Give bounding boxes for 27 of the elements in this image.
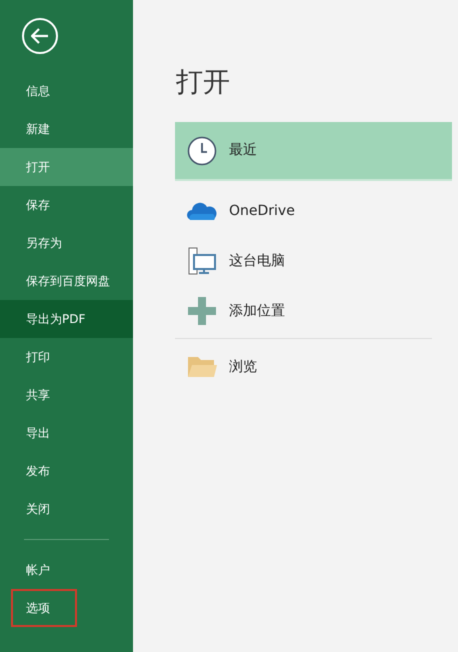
cloud-icon — [187, 201, 217, 221]
page-title: 打开 — [175, 66, 231, 100]
sidebar-item[interactable]: 导出 — [11, 414, 133, 452]
location-item[interactable]: OneDrive — [175, 186, 452, 236]
back-button[interactable] — [22, 18, 58, 54]
sidebar-item[interactable]: 关闭 — [11, 490, 133, 528]
clock-icon — [187, 136, 217, 166]
sidebar-item[interactable]: 保存 — [11, 186, 133, 224]
plus-icon — [188, 297, 216, 325]
location-item[interactable]: 添加位置 — [175, 286, 452, 336]
location-item[interactable]: 最近 — [175, 122, 452, 181]
folder-icon — [187, 355, 217, 379]
location-item[interactable]: 这台电脑 — [175, 236, 452, 286]
sidebar-item[interactable]: 新建 — [11, 110, 133, 148]
sidebar-item[interactable]: 保存到百度网盘 — [11, 262, 133, 300]
sidebar-item[interactable]: 发布 — [11, 452, 133, 490]
back-arrow-icon — [31, 28, 49, 44]
sidebar-item[interactable]: 导出为PDF — [0, 300, 133, 338]
sidebar-item[interactable]: 共享 — [11, 376, 133, 414]
sidebar-item[interactable]: 打印 — [11, 338, 133, 376]
sidebar-item[interactable]: 另存为 — [11, 224, 133, 262]
sidebar-item[interactable]: 打开 — [0, 148, 133, 186]
sidebar-item[interactable]: 帐户 — [11, 551, 133, 589]
computer-icon — [187, 246, 217, 276]
sidebar-item[interactable]: 信息 — [11, 72, 133, 110]
location-item[interactable]: 浏览 — [175, 342, 452, 392]
sidebar-item[interactable]: 选项 — [11, 589, 77, 627]
